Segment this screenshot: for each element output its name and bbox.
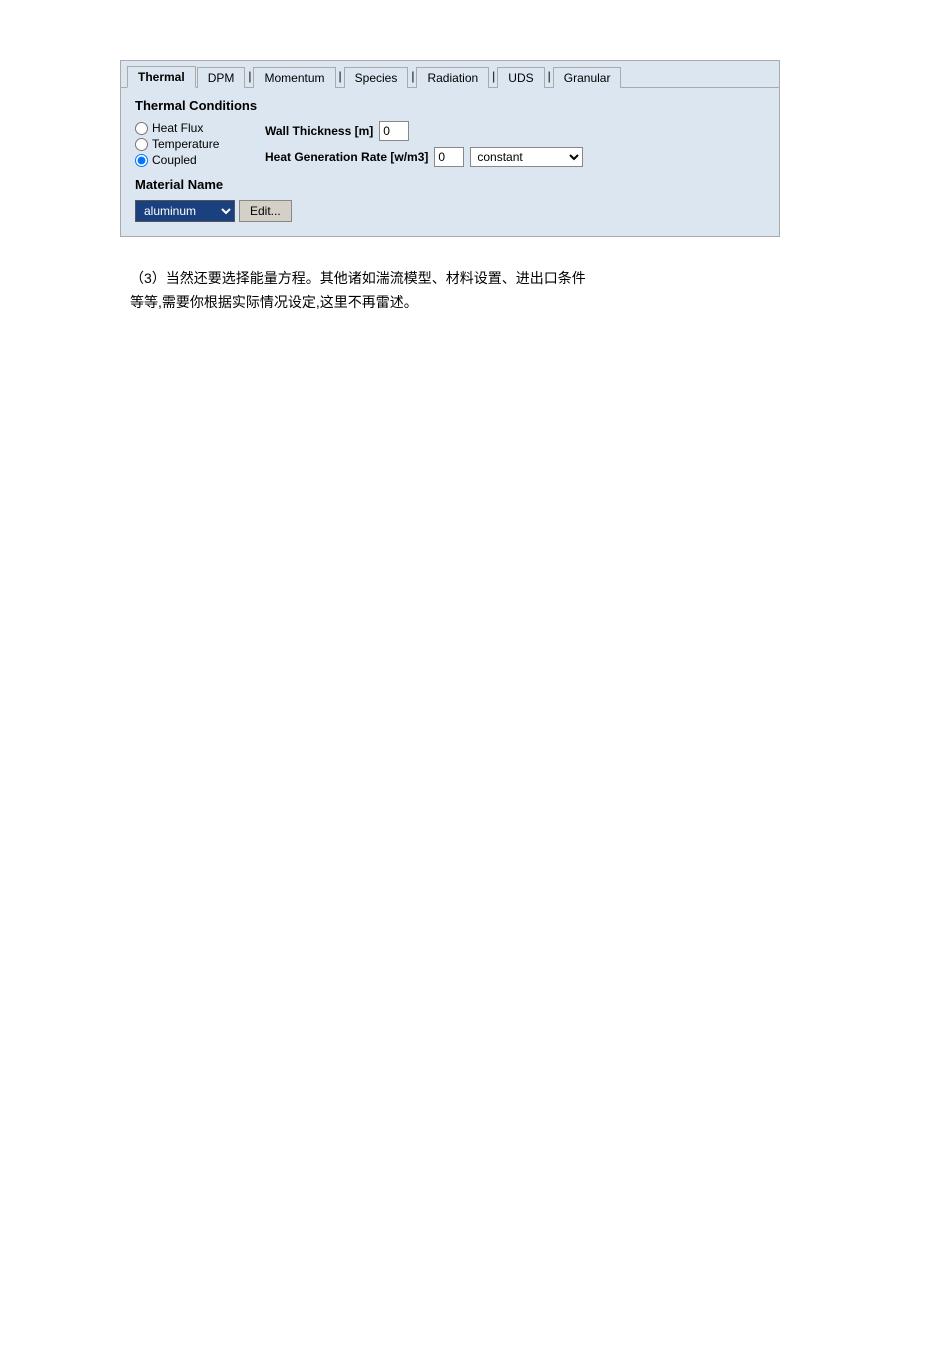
material-section: Material Name aluminum steel copper Edit… [135, 177, 765, 222]
material-row: aluminum steel copper Edit... [135, 200, 765, 222]
page-container: Thermal DPM | Momentum | Species | Radia… [0, 0, 950, 355]
radio-coupled[interactable]: Coupled [135, 153, 255, 167]
thermal-conditions-row: Heat Flux Temperature Coupled Wa [135, 121, 765, 167]
tab-momentum[interactable]: Momentum [253, 67, 335, 88]
dialog-content: Thermal Conditions Heat Flux Temperature [121, 88, 779, 236]
wall-thickness-label: Wall Thickness [m] [265, 124, 373, 138]
edit-button[interactable]: Edit... [239, 200, 292, 222]
tab-separator-2: | [337, 69, 344, 83]
fields-area: Wall Thickness [m] Heat Generation Rate … [265, 121, 765, 167]
tab-separator-3: | [409, 69, 416, 83]
tab-species[interactable]: Species [344, 67, 409, 88]
material-name-title: Material Name [135, 177, 765, 192]
tab-bar: Thermal DPM | Momentum | Species | Radia… [121, 61, 779, 88]
tab-dpm[interactable]: DPM [197, 67, 246, 88]
radio-heat-flux[interactable]: Heat Flux [135, 121, 255, 135]
wall-thickness-row: Wall Thickness [m] [265, 121, 765, 141]
tab-separator-1: | [246, 69, 253, 83]
description-text: （3）当然还要选择能量方程。其他诸如湍流模型、材料设置、进出口条件等等,需要你根… [130, 267, 910, 315]
heat-generation-label: Heat Generation Rate [w/m3] [265, 150, 428, 164]
heat-generation-row: Heat Generation Rate [w/m3] constant pol… [265, 147, 765, 167]
radio-coupled-input[interactable] [135, 154, 148, 167]
dialog-box: Thermal DPM | Momentum | Species | Radia… [120, 60, 780, 237]
tab-separator-4: | [490, 69, 497, 83]
thermal-conditions-title: Thermal Conditions [135, 98, 765, 113]
tab-thermal[interactable]: Thermal [127, 66, 196, 88]
radio-heat-flux-input[interactable] [135, 122, 148, 135]
heat-generation-dropdown[interactable]: constant polynomial piecewise-linear [470, 147, 583, 167]
tab-radiation[interactable]: Radiation [416, 67, 489, 88]
wall-thickness-input[interactable] [379, 121, 409, 141]
heat-generation-input[interactable] [434, 147, 464, 167]
radio-group: Heat Flux Temperature Coupled [135, 121, 265, 167]
material-select[interactable]: aluminum steel copper [135, 200, 235, 222]
radio-temperature[interactable]: Temperature [135, 137, 255, 151]
tab-uds[interactable]: UDS [497, 67, 544, 88]
tab-separator-5: | [546, 69, 553, 83]
radio-temperature-input[interactable] [135, 138, 148, 151]
tab-granular[interactable]: Granular [553, 67, 622, 88]
